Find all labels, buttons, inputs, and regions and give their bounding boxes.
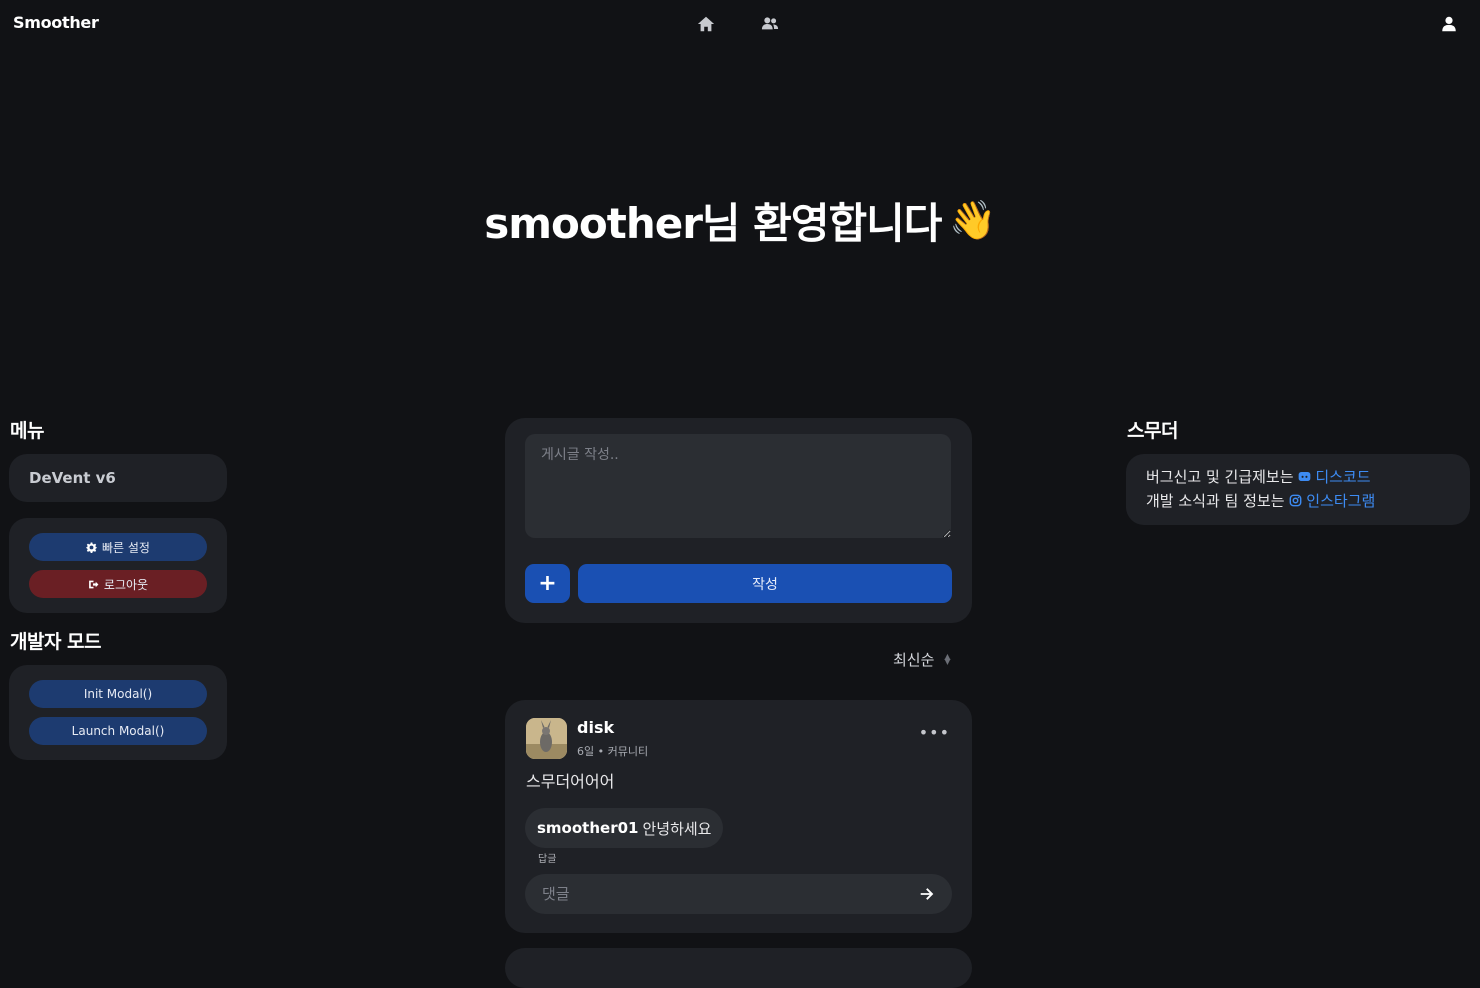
menu-heading: 메뉴 [10, 420, 44, 442]
logout-label: 로그아웃 [103, 577, 149, 592]
launch-modal-label: Launch Modal() [71, 724, 165, 738]
submit-post-button[interactable]: 작성 [578, 564, 952, 603]
logout-icon [89, 580, 99, 588]
reply-link[interactable]: 답글 [538, 850, 556, 865]
developer-mode-heading: 개발자 모드 [10, 631, 102, 653]
quick-settings-label: 빠른 설정 [102, 540, 150, 555]
attach-button[interactable]: + [525, 564, 570, 603]
quick-actions-card: 빠른 설정 로그아웃 [9, 518, 227, 613]
welcome-title: smoother님 환영합니다 👋 [484, 190, 996, 251]
instagram-link[interactable]: 인스타그램 [1289, 492, 1375, 510]
sort-arrows-icon: ▲ ▼ [944, 652, 951, 666]
home-icon[interactable] [697, 15, 715, 33]
init-modal-label: Init Modal() [83, 687, 153, 701]
discord-link[interactable]: 디스코드 [1298, 468, 1371, 486]
developer-actions-card: Init Modal() Launch Modal() [9, 665, 227, 760]
comment-input-container [525, 874, 952, 914]
init-modal-button[interactable]: Init Modal() [29, 680, 207, 708]
discord-icon [1298, 471, 1311, 482]
welcome-text: smoother님 환영합니다 [484, 199, 942, 248]
post-meta: 6일 • 커뮤니티 [577, 745, 649, 758]
logout-button[interactable]: 로그아웃 [29, 570, 207, 598]
discord-line-text: 버그신고 및 긴급제보는 [1146, 468, 1294, 486]
next-post-card [505, 948, 972, 988]
more-options-icon[interactable]: ••• [919, 725, 950, 741]
launch-modal-button[interactable]: Launch Modal() [29, 717, 207, 745]
smoother-heading: 스무더 [1127, 420, 1178, 442]
composer-actions: + 작성 [525, 564, 952, 603]
discord-line: 버그신고 및 긴급제보는 디스코드 [1146, 465, 1450, 489]
instagram-line: 개발 소식과 팀 정보는 인스타그램 [1146, 489, 1450, 513]
post-textarea[interactable] [525, 434, 951, 538]
post-composer: + 작성 [505, 418, 972, 623]
gear-icon [86, 542, 97, 553]
hero-section: smoother님 환영합니다 👋 [0, 190, 1480, 251]
info-card: 버그신고 및 긴급제보는 디스코드 개발 소식과 팀 정보는 인스타그램 [1126, 454, 1470, 525]
users-icon[interactable] [761, 15, 779, 33]
sort-select[interactable]: 최신순 ▲ ▼ [893, 649, 951, 669]
send-arrow-icon[interactable] [918, 885, 936, 903]
post-author[interactable]: disk [577, 718, 614, 737]
comment-item: smoother01 안녕하세요 [525, 808, 724, 848]
post-content: 스무더어어어 [526, 772, 615, 791]
user-icon[interactable] [1440, 15, 1458, 33]
right-sidebar: 스무더 버그신고 및 긴급제보는 디스코드 개발 소식과 팀 정보는 인스타그램 [1126, 416, 1470, 525]
version-card: DeVent v6 [9, 454, 227, 502]
post-card: disk 6일 • 커뮤니티 ••• 스무더어어어 smoother01 안녕하… [505, 700, 972, 933]
top-navbar: Smoother [0, 0, 1480, 48]
comment-text: 안녕하세요 [642, 819, 712, 838]
author-avatar[interactable] [526, 718, 567, 759]
quick-settings-button[interactable]: 빠른 설정 [29, 533, 207, 561]
brand-logo[interactable]: Smoother [13, 13, 99, 32]
waving-hand-icon: 👋 [949, 198, 996, 242]
instagram-link-label: 인스타그램 [1306, 492, 1376, 510]
comment-input[interactable] [525, 874, 895, 914]
instagram-line-text: 개발 소식과 팀 정보는 [1146, 492, 1285, 510]
sort-label: 최신순 [893, 650, 935, 669]
comment-author[interactable]: smoother01 [537, 819, 638, 837]
left-sidebar: 메뉴 DeVent v6 빠른 설정 로그아웃 개발자 모드 Init Moda… [9, 416, 229, 774]
discord-link-label: 디스코드 [1315, 468, 1371, 486]
instagram-icon [1289, 494, 1302, 507]
